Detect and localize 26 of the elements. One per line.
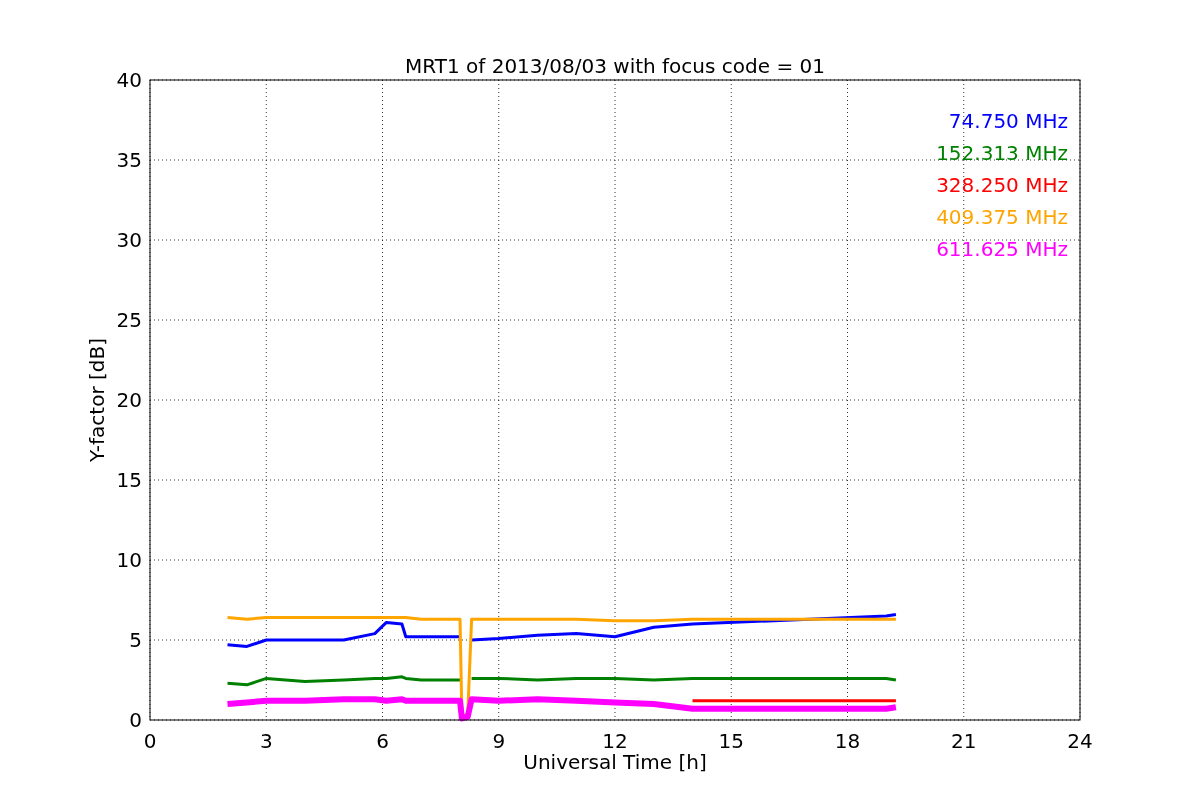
y-tick-label: 10	[116, 548, 142, 572]
y-tick-label: 15	[116, 468, 142, 492]
legend-label: 409.375 MHz	[936, 205, 1068, 229]
x-tick-label: 9	[492, 729, 506, 753]
x-axis-label: Universal Time [h]	[523, 750, 707, 774]
chart-title: MRT1 of 2013/08/03 with focus code = 01	[405, 54, 825, 78]
x-tick-label: 21	[951, 729, 977, 753]
x-tick-label: 24	[1067, 729, 1093, 753]
x-tick-label: 15	[718, 729, 744, 753]
legend-label: 328.250 MHz	[936, 173, 1068, 197]
y-tick-label: 40	[116, 68, 142, 92]
x-tick-label: 18	[834, 729, 861, 753]
legend-label: 152.313 MHz	[936, 141, 1068, 165]
legend-label: 74.750 MHz	[948, 109, 1068, 133]
x-tick-label: 6	[376, 729, 389, 753]
y-tick-label: 35	[116, 148, 142, 172]
x-tick-label: 3	[259, 729, 273, 753]
y-tick-label: 25	[116, 308, 142, 332]
x-tick-label: 0	[143, 729, 157, 753]
y-tick-label: 5	[129, 628, 142, 652]
y-tick-label: 0	[129, 708, 142, 732]
y-tick-label: 30	[116, 228, 142, 252]
y-axis-label: Y-factor [dB]	[85, 338, 109, 462]
legend-label: 611.625 MHz	[936, 237, 1068, 261]
x-tick-label: 12	[602, 729, 628, 753]
y-tick-label: 20	[116, 388, 142, 412]
